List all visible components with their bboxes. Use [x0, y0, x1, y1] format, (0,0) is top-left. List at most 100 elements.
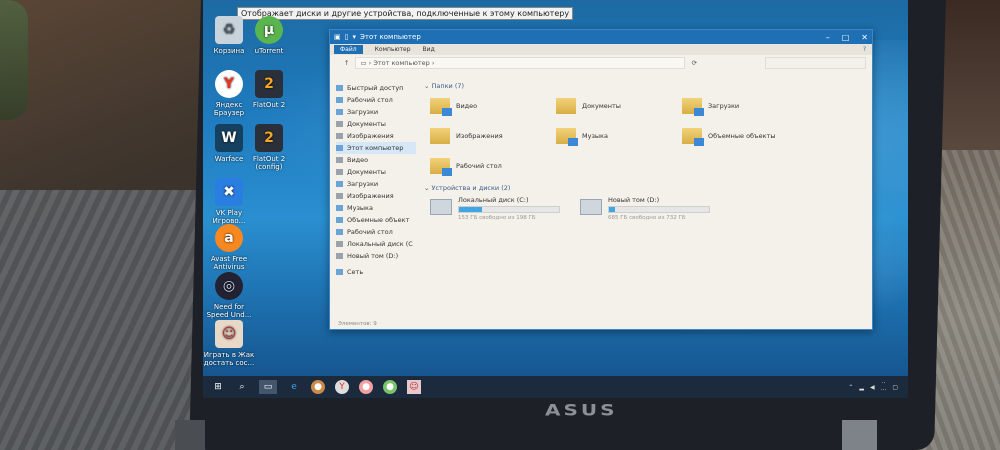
plant: [0, 0, 28, 120]
network-icon: [336, 269, 343, 275]
maximize-icon[interactable]: □: [842, 33, 850, 42]
nav-pictures[interactable]: Изображения: [336, 130, 416, 142]
computer-icon: [336, 145, 343, 151]
nav-music[interactable]: Музыка: [336, 202, 416, 214]
chevron-up-icon[interactable]: ⌃: [848, 384, 853, 391]
minimize-icon[interactable]: –: [826, 33, 830, 42]
desktop-folder-icon: [430, 158, 452, 176]
nav-label: Документы: [347, 168, 386, 176]
tab-computer[interactable]: Компьютер: [375, 46, 411, 53]
folders-grid: Видео Документы Загрузки Изображения Муз…: [430, 94, 866, 178]
nav-label: Этот компьютер: [347, 144, 404, 152]
address-text: Этот компьютер: [373, 59, 430, 67]
nav-documents[interactable]: Документы: [336, 118, 416, 130]
desktop-screen: Отображает диски и другие устройства, по…: [203, 0, 908, 398]
volume-icon[interactable]: ◀: [870, 384, 875, 391]
file-explorer-taskbar-icon[interactable]: ▭: [259, 380, 277, 394]
game-shortcut[interactable]: ☺ Играть в Жак достать сос...: [203, 320, 255, 367]
drive-usage-fill: [609, 207, 615, 212]
need-for-speed-shortcut[interactable]: ◎ Need for Speed Und...: [203, 272, 255, 319]
drive-label: Новый том (D:): [608, 196, 660, 204]
close-icon[interactable]: ✕: [861, 33, 868, 42]
drive-icon: [336, 253, 343, 259]
drives-list: Локальный диск (C:) 153 ГБ свободно из 1…: [430, 196, 866, 221]
app-taskbar-icon-2[interactable]: ●: [359, 380, 373, 394]
network-icon[interactable]: ▂: [859, 384, 864, 391]
nav-documents-2[interactable]: Документы: [336, 166, 416, 178]
nav-downloads-2[interactable]: Загрузки: [336, 178, 416, 190]
nav-this-pc[interactable]: Этот компьютер: [336, 142, 416, 154]
ribbon-tabs: Файл Компьютер Вид ?: [330, 44, 872, 55]
nav-quick-access[interactable]: Быстрый доступ: [336, 82, 416, 94]
address-bar[interactable]: ▭ › Этот компьютер ›: [355, 57, 686, 69]
nav-label: Локальный диск (C: [347, 240, 413, 248]
properties-icon[interactable]: ▣: [334, 33, 341, 41]
tab-file[interactable]: Файл: [334, 45, 363, 54]
edge-icon[interactable]: e: [287, 380, 301, 394]
folder-music[interactable]: Музыка: [556, 124, 682, 148]
tab-view[interactable]: Вид: [423, 46, 435, 53]
nav-downloads[interactable]: Загрузки: [336, 106, 416, 118]
search-icon[interactable]: ⌕: [235, 380, 249, 394]
folder-3d-objects[interactable]: Объемные объекты: [682, 124, 808, 148]
folder-pictures[interactable]: Изображения: [430, 124, 556, 148]
nav-pictures-2[interactable]: Изображения: [336, 190, 416, 202]
yandex-taskbar-icon[interactable]: Y: [335, 380, 349, 394]
download-icon: [336, 109, 343, 115]
help-icon[interactable]: ?: [863, 46, 866, 53]
folder-label: Изображения: [456, 132, 503, 140]
pictures-folder-icon: [430, 128, 450, 144]
app-taskbar-icon-3[interactable]: ●: [383, 380, 397, 394]
title-bar[interactable]: ▣ ▯ ▾ Этот компьютер – □ ✕: [330, 30, 872, 44]
folder-videos[interactable]: Видео: [430, 94, 556, 118]
nav-desktop-2[interactable]: Рабочий стол: [336, 226, 416, 238]
shortcut-label: uTorrent: [254, 47, 284, 55]
laptop-hinge-right: [842, 420, 877, 450]
nav-desktop[interactable]: Рабочий стол: [336, 94, 416, 106]
app-taskbar-icon[interactable]: ●: [311, 380, 325, 394]
clock[interactable]: ·· ···: [881, 380, 887, 394]
windows-start-icon[interactable]: ⊞: [211, 380, 225, 394]
utorrent-shortcut[interactable]: µ uTorrent: [243, 16, 295, 55]
flatout-2-config-shortcut[interactable]: 2 FlatOut 2 (config): [243, 124, 295, 171]
drives-header[interactable]: ⌄ Устройства и диски (2): [424, 184, 866, 192]
nav-label: Объемные объект: [347, 216, 410, 224]
recycle-bin-icon: ♻: [215, 16, 243, 44]
vk-play-shortcut[interactable]: ✖ VK Play Игрово...: [203, 178, 255, 225]
flatout-2-shortcut[interactable]: 2 FlatOut 2: [243, 70, 295, 109]
document-icon: [336, 169, 343, 175]
drive-icon: [336, 241, 343, 247]
nav-videos[interactable]: Видео: [336, 154, 416, 166]
game-icon: ☺: [215, 320, 243, 348]
folders-header[interactable]: ⌄ Папки (7): [424, 82, 866, 90]
refresh-icon[interactable]: ⟳: [691, 59, 696, 67]
downloads-folder-icon: [682, 98, 704, 116]
game-taskbar-icon[interactable]: ☺: [407, 380, 421, 394]
search-box[interactable]: [765, 57, 866, 69]
nav-label: Быстрый доступ: [347, 84, 404, 92]
folder-downloads[interactable]: Загрузки: [682, 94, 808, 118]
nav-drive-d[interactable]: Новый том (D:): [336, 250, 416, 262]
drive-c[interactable]: Локальный диск (C:) 153 ГБ свободно из 1…: [430, 196, 560, 221]
folder-desktop[interactable]: Рабочий стол: [430, 154, 556, 178]
folder-label: Музыка: [582, 132, 608, 140]
nav-network[interactable]: Сеть: [336, 266, 416, 278]
avast-shortcut[interactable]: a Avast Free Antivirus: [203, 224, 255, 271]
folder-documents[interactable]: Документы: [556, 94, 682, 118]
folder-label: Видео: [456, 102, 478, 110]
nav-3d-objects[interactable]: Объемные объект: [336, 214, 416, 226]
nav-drive-c[interactable]: Локальный диск (C: [336, 238, 416, 250]
desktop-icon: [336, 97, 343, 103]
flatout-icon: 2: [255, 124, 283, 152]
nav-label: Рабочий стол: [347, 228, 393, 236]
new-folder-icon[interactable]: ▯: [345, 33, 349, 41]
nav-label: Документы: [347, 120, 386, 128]
up-arrow-icon[interactable]: ↑: [344, 59, 349, 67]
drive-d[interactable]: Новый том (D:) 685 ГБ свободно из 732 ГБ: [580, 196, 710, 221]
notifications-icon[interactable]: ▢: [892, 384, 898, 391]
folder-label: Документы: [582, 102, 621, 110]
nav-label: Загрузки: [347, 180, 379, 188]
document-icon: [336, 121, 343, 127]
star-icon: [336, 85, 343, 91]
chevron-down-icon[interactable]: ▾: [352, 33, 356, 41]
